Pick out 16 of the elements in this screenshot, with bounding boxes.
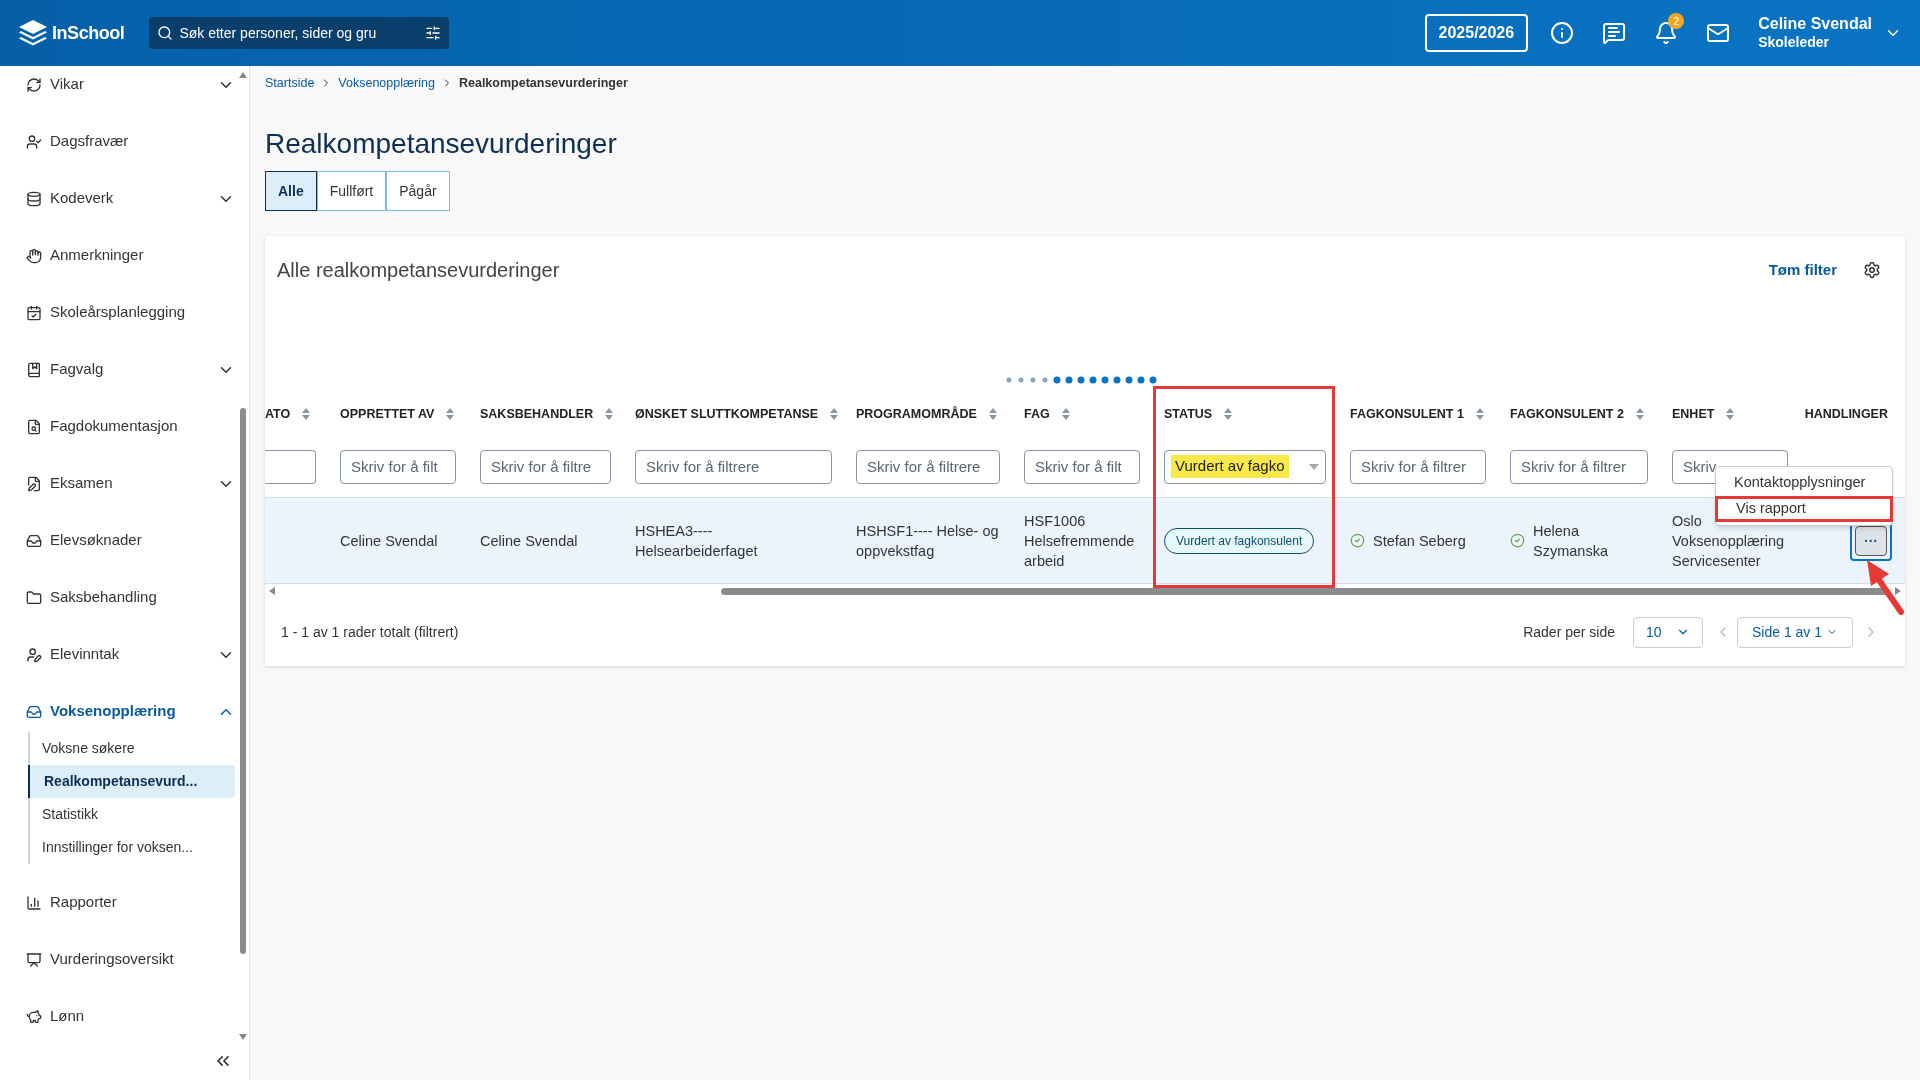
selected-status-value: Vurdert av fagko [1171,455,1289,478]
rows-summary: 1 - 1 av 1 rader totalt (filtrert) [281,622,460,642]
page-title: Realkompetansevurderinger [265,127,618,161]
notification-badge: 2 [1668,13,1685,29]
rows-per-page-label: Rader per side [1523,622,1615,642]
table-cell-text: HSF1006 Helsefremmende arbeid [1024,511,1135,571]
table-cell-text: Celine Svendal [480,531,578,551]
table-cell-text: Celine Svendal [340,531,438,551]
card-title: Alle realkompetansevurderinger [277,258,561,283]
table-cell-text: Helena Szymanska [1533,521,1608,561]
app-logo-text: InSchool [52,21,125,45]
status-badge: Vurdert av fagkonsulent [1164,527,1315,554]
table-cell-text: Stefan Seberg [1373,531,1466,551]
user-role: Skoleleder [1758,34,1830,52]
table-cell-text: HSHEA3---- Helsearbeiderfaget [635,521,758,561]
table-cell-text: HSHSF1---- Helse- og oppvekstfag [856,521,999,561]
